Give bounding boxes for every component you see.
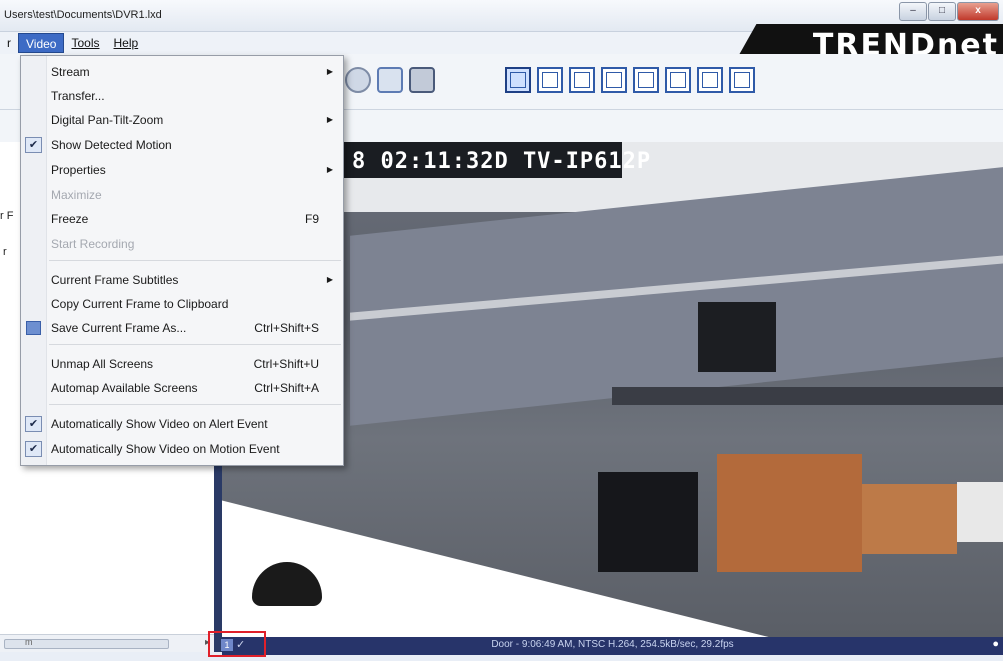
menu-item-label: Current Frame Subtitles <box>51 273 179 287</box>
menu-item-shortcut: Ctrl+Shift+A <box>254 381 319 395</box>
horizontal-scrollbar[interactable]: m ▸ <box>0 634 214 652</box>
menu-item-label: Show Detected Motion <box>51 138 172 152</box>
submenu-arrow-icon: ▶ <box>326 275 333 284</box>
record-icon[interactable] <box>345 67 371 93</box>
menu-item-label: Freeze <box>51 212 89 226</box>
menu-item-shortcut: Ctrl+Shift+S <box>254 321 319 335</box>
status-icons: ● <box>992 638 999 650</box>
tree-fragment: r F <box>0 210 14 222</box>
menu-item-start-recording: Start Recording <box>21 232 343 256</box>
layout-selector <box>505 67 755 93</box>
menu-item-label: Save Current Frame As... <box>51 321 187 335</box>
screen-number[interactable]: 1 <box>221 639 233 651</box>
menu-tools[interactable]: Tools <box>64 33 106 53</box>
desk <box>612 387 1003 405</box>
menu-separator <box>49 344 341 345</box>
stream-status-text: Door - 9:06:49 AM, NTSC H.264, 254.5kB/s… <box>491 639 734 650</box>
submenu-arrow-icon: ▶ <box>326 165 333 174</box>
menu-item-current-frame-subtitles[interactable]: Current Frame Subtitles ▶ <box>21 268 343 292</box>
video-timestamp-overlay: 8 02:11:32D TV-IP612P <box>352 149 652 174</box>
menu-separator <box>49 404 341 405</box>
menu-item-copy-frame[interactable]: Copy Current Frame to Clipboard <box>21 292 343 316</box>
box <box>717 454 862 572</box>
checkmark-icon: ✔ <box>25 137 42 153</box>
save-frame-icon <box>26 321 41 335</box>
menu-item-maximize: Maximize <box>21 183 343 207</box>
close-button[interactable]: x <box>957 2 999 21</box>
menu-item-shortcut: Ctrl+Shift+U <box>253 357 319 371</box>
submenu-arrow-icon: ▶ <box>326 115 333 124</box>
menu-item-label: Automatically Show Video on Motion Event <box>51 442 280 456</box>
layout-1plus7-icon[interactable] <box>665 67 691 93</box>
menu-help[interactable]: Help <box>107 33 146 53</box>
minimize-button[interactable]: – <box>899 2 927 21</box>
menu-partial-item[interactable]: r <box>0 33 18 53</box>
tree-fragment: r <box>3 246 7 258</box>
menu-item-label: Transfer... <box>51 89 105 103</box>
menu-item-show-detected-motion[interactable]: ✔ Show Detected Motion <box>21 133 343 157</box>
menu-separator <box>49 260 341 261</box>
status-bar: Door - 9:06:49 AM, NTSC H.264, 254.5kB/s… <box>222 637 1003 655</box>
box <box>862 484 957 554</box>
menu-video[interactable]: Video <box>18 33 65 53</box>
window-controls: – □ x <box>899 2 999 21</box>
dvr-application-window: Users\test\Documents\DVR1.lxd – □ x r Vi… <box>0 0 1003 661</box>
menu-item-label: Properties <box>51 163 106 177</box>
layout-3x3-icon[interactable] <box>569 67 595 93</box>
menu-item-save-frame[interactable]: Save Current Frame As... Ctrl+Shift+S <box>21 316 343 340</box>
menu-item-label: Automatically Show Video on Alert Event <box>51 417 268 431</box>
menu-item-unmap-all[interactable]: Unmap All Screens Ctrl+Shift+U <box>21 352 343 376</box>
monitor-icon[interactable] <box>409 67 435 93</box>
layout-1plus12-icon[interactable] <box>697 67 723 93</box>
screen-check-icon[interactable]: ✓ <box>236 638 245 651</box>
checkmark-icon: ✔ <box>25 416 42 432</box>
window-title: Users\test\Documents\DVR1.lxd <box>4 9 162 21</box>
layout-1plus5-icon[interactable] <box>633 67 659 93</box>
scrollbar-thumb[interactable]: m <box>4 637 169 649</box>
export-icon[interactable] <box>377 67 403 93</box>
menu-item-auto-alert[interactable]: ✔ Automatically Show Video on Alert Even… <box>21 412 343 436</box>
box <box>957 482 1003 542</box>
camera-status-icon: ● <box>992 638 999 650</box>
menu-item-label: Start Recording <box>51 237 135 251</box>
menu-item-label: Automap Available Screens <box>51 381 198 395</box>
maximize-button[interactable]: □ <box>928 2 956 21</box>
scroll-thumb-grip: m <box>25 637 33 647</box>
menu-item-stream[interactable]: Stream ▶ <box>21 60 343 84</box>
video-dropdown-menu: Stream ▶ Transfer... Digital Pan-Tilt-Zo… <box>20 55 344 466</box>
layout-2x2-icon[interactable] <box>537 67 563 93</box>
menu-item-label: Digital Pan-Tilt-Zoom <box>51 113 164 127</box>
menu-item-transfer[interactable]: Transfer... <box>21 84 343 108</box>
menu-item-label: Unmap All Screens <box>51 357 154 371</box>
submenu-arrow-icon: ▶ <box>326 67 333 76</box>
menu-item-label: Stream <box>51 65 90 79</box>
menu-bar: r Video Tools Help <box>0 32 760 54</box>
menu-item-shortcut: F9 <box>304 212 319 226</box>
menu-item-automap[interactable]: Automap Available Screens Ctrl+Shift+A <box>21 376 343 400</box>
monitor-object <box>698 302 776 372</box>
menu-item-properties[interactable]: Properties ▶ <box>21 158 343 182</box>
menu-item-digital-ptz[interactable]: Digital Pan-Tilt-Zoom ▶ <box>21 108 343 132</box>
layout-1x1-icon[interactable] <box>505 67 531 93</box>
menu-item-label: Maximize <box>51 188 102 202</box>
menu-item-auto-motion[interactable]: ✔ Automatically Show Video on Motion Eve… <box>21 437 343 461</box>
pc-tower <box>598 472 698 572</box>
checkmark-icon: ✔ <box>25 441 42 457</box>
toolbar-icons <box>345 67 435 93</box>
menu-item-freeze[interactable]: Freeze F9 <box>21 207 343 231</box>
menu-item-label: Copy Current Frame to Clipboard <box>51 297 229 311</box>
screen-indicator-highlight: 1 ✓ <box>208 631 266 657</box>
layout-2plus8-icon[interactable] <box>729 67 755 93</box>
layout-4x4-icon[interactable] <box>601 67 627 93</box>
